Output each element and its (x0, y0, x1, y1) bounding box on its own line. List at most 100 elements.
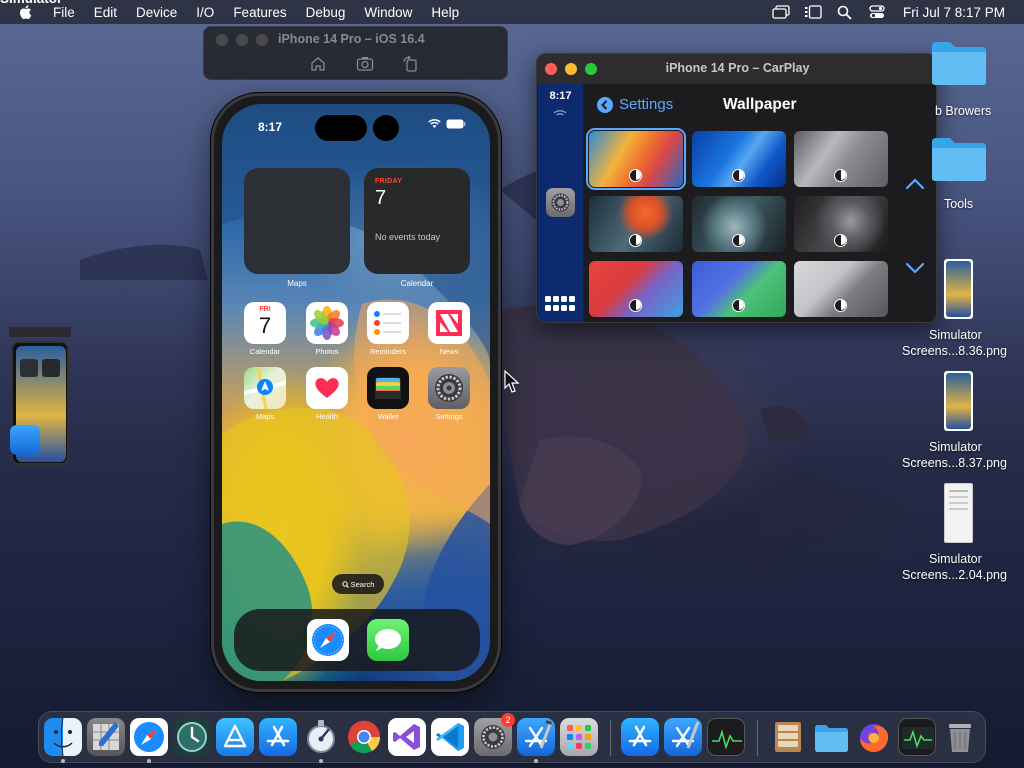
chrome-icon[interactable] (345, 718, 383, 756)
safari-icon[interactable] (130, 718, 168, 756)
launchpad-icon[interactable] (560, 718, 598, 756)
running-indicator (319, 759, 323, 763)
carplay-time: 8:17 (549, 90, 572, 102)
file-label-line1[interactable]: Simulator (929, 440, 982, 454)
menu-file[interactable]: File (53, 5, 75, 20)
wallpaper-option[interactable] (692, 131, 786, 187)
script-editor-icon[interactable] (87, 718, 125, 756)
wallpaper-option[interactable] (692, 261, 786, 317)
time-machine-icon[interactable] (173, 718, 211, 756)
appearance-toggle-icon (629, 234, 642, 247)
front-camera (373, 115, 399, 141)
settings-icon[interactable] (428, 367, 470, 409)
menu-app-name[interactable]: Simulator (0, 0, 62, 33)
file-label-line1[interactable]: Simulator (929, 328, 982, 342)
finder-icon[interactable] (44, 717, 82, 757)
safari-icon[interactable] (307, 619, 349, 661)
dynamic-island (315, 115, 367, 141)
scroll-down-icon[interactable] (905, 261, 925, 275)
carplay-back-label: Settings (619, 96, 674, 113)
file-label-line2[interactable]: Screens...2.04.png (902, 568, 1007, 582)
file-label-line1[interactable]: Simulator (929, 552, 982, 566)
folder-icon[interactable] (812, 718, 850, 756)
spotlight-search-icon[interactable] (835, 4, 855, 20)
menu-edit[interactable]: Edit (94, 5, 117, 20)
iphone-home-screen[interactable]: 8:17 Maps FRIDAY 7 No events today Calen… (222, 104, 490, 681)
folder-label-browsers[interactable]: b Browers (935, 104, 991, 118)
calendar-widget[interactable]: FRIDAY 7 No events today (364, 168, 470, 274)
menu-io[interactable]: I/O (196, 5, 214, 20)
wallpaper-option[interactable] (794, 261, 888, 317)
close-button[interactable] (216, 34, 228, 46)
folder-icon[interactable] (930, 136, 988, 182)
calendar-app-date: 7 (258, 313, 272, 338)
app-label-health: Health (316, 412, 338, 421)
carplay-app-grid-icon[interactable] (545, 296, 576, 312)
messages-icon[interactable] (367, 619, 409, 661)
xcode-icon-2[interactable] (664, 718, 702, 756)
instruments-icon[interactable] (302, 718, 340, 756)
activity-monitor-icon[interactable] (707, 718, 745, 756)
calendar-widget-date: 7 (375, 187, 387, 209)
trash-icon[interactable] (941, 718, 979, 756)
simulator-window-toolbar: iPhone 14 Pro – iOS 16.4 (203, 26, 508, 80)
menu-debug[interactable]: Debug (306, 5, 346, 20)
health-icon[interactable] (306, 367, 348, 409)
window-switcher-icon[interactable] (771, 4, 791, 20)
app-store-icon-2[interactable] (621, 718, 659, 756)
calendar-icon[interactable]: FRI 7 (244, 302, 286, 344)
xcode-icon[interactable] (517, 718, 555, 756)
news-icon[interactable] (428, 302, 470, 344)
activity-monitor-icon-2[interactable] (898, 718, 936, 756)
stage-manager-icon[interactable] (803, 4, 823, 20)
folder-label-tools[interactable]: Tools (944, 197, 973, 211)
wallpaper-option[interactable] (794, 131, 888, 187)
wallpaper-option[interactable] (692, 196, 786, 252)
screenshot-thumbnail-preview[interactable] (9, 327, 71, 467)
vscode-icon[interactable] (431, 718, 469, 756)
app-store-icon[interactable] (259, 718, 297, 756)
carplay-wifi-icon (553, 110, 567, 116)
file-label-line2[interactable]: Screens...8.36.png (902, 344, 1007, 358)
wifi-icon (428, 119, 441, 128)
menu-device[interactable]: Device (136, 5, 177, 20)
app-store-connect-icon[interactable] (216, 718, 254, 756)
menu-features[interactable]: Features (233, 5, 286, 20)
notification-badge: 2 (501, 713, 515, 727)
control-center-icon[interactable] (867, 4, 887, 20)
running-indicator (147, 759, 151, 763)
archive-utility-icon[interactable] (769, 718, 807, 756)
carplay-back-button[interactable]: Settings (597, 96, 673, 113)
file-thumbnail[interactable] (944, 259, 973, 319)
file-label-line2[interactable]: Screens...8.37.png (902, 456, 1007, 470)
running-indicator (534, 759, 538, 763)
carplay-settings-icon[interactable] (546, 188, 575, 217)
zoom-button[interactable] (256, 34, 268, 46)
photos-icon[interactable] (306, 302, 348, 344)
folder-icon[interactable] (930, 40, 988, 86)
menu-clock[interactable]: Fri Jul 7 8:17 PM (903, 5, 1005, 20)
app-label-news: News (439, 347, 459, 356)
visual-studio-icon[interactable] (388, 718, 426, 756)
rotate-icon[interactable] (402, 55, 420, 72)
firefox-icon[interactable] (855, 718, 893, 756)
screenshot-icon[interactable] (356, 56, 374, 72)
wallpaper-option[interactable] (794, 196, 888, 252)
scroll-up-icon[interactable] (905, 177, 925, 191)
minimize-button[interactable] (236, 34, 248, 46)
wallpaper-option[interactable] (589, 261, 683, 317)
maps-icon[interactable] (243, 366, 287, 410)
home-icon[interactable] (310, 56, 328, 72)
system-settings-icon[interactable]: 2 (474, 713, 515, 756)
wallpaper-option[interactable] (586, 128, 686, 190)
wallpaper-option[interactable] (589, 196, 683, 252)
menu-window[interactable]: Window (364, 5, 412, 20)
reminders-icon[interactable] (367, 302, 409, 344)
appearance-toggle-icon (629, 169, 642, 182)
file-thumbnail[interactable] (944, 371, 973, 431)
maps-widget[interactable] (244, 168, 350, 274)
home-search-button[interactable]: Search (332, 574, 384, 594)
file-thumbnail[interactable] (944, 483, 973, 543)
menu-help[interactable]: Help (431, 5, 459, 20)
wallet-icon[interactable] (367, 367, 409, 409)
